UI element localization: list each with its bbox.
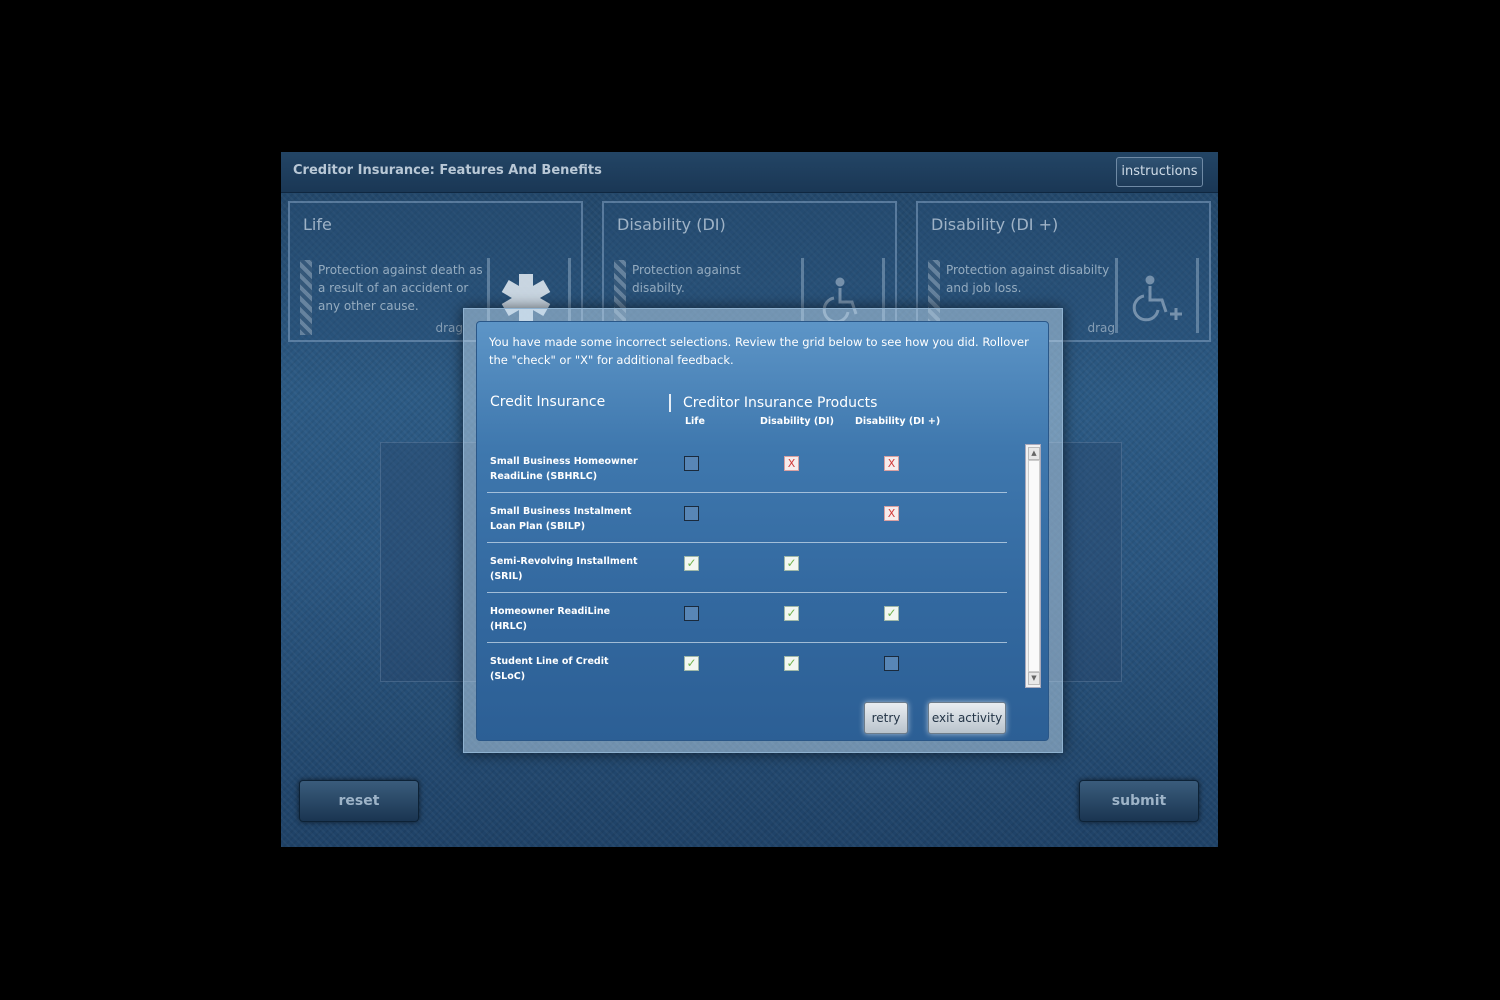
x-mark-icon[interactable]: X [884, 506, 899, 521]
submit-button[interactable]: submit [1079, 780, 1199, 822]
category-description: Protection against disabilty and job los… [946, 263, 1110, 295]
x-mark-icon[interactable]: X [784, 456, 799, 471]
empty-checkbox[interactable] [884, 656, 899, 671]
retry-button[interactable]: retry [864, 702, 908, 734]
row-label: Semi-Revolving Installment (SRIL) [490, 556, 638, 582]
check-icon[interactable]: ✓ [684, 656, 699, 671]
empty-checkbox[interactable] [684, 456, 699, 471]
reset-button[interactable]: reset [299, 780, 419, 822]
category-title: Disability (DI +) [931, 215, 1059, 234]
credit-insurance-header: Credit Insurance [490, 394, 606, 410]
check-icon[interactable]: ✓ [784, 556, 799, 571]
row-label: Homeowner ReadiLine (HRLC) [490, 606, 611, 632]
empty-checkbox[interactable] [684, 606, 699, 621]
check-icon[interactable]: ✓ [884, 606, 899, 621]
row-label: Student Line of Credit (SLoC) [490, 656, 609, 682]
drop-zone[interactable] [1115, 258, 1199, 333]
check-icon[interactable]: ✓ [684, 556, 699, 571]
row-label: Small Business Instalment Loan Plan (SBI… [490, 506, 632, 532]
column-life: Life [685, 416, 705, 427]
results-grid: Small Business Homeowner ReadiLine (SBHR… [477, 440, 1048, 690]
table-row: Homeowner ReadiLine (HRLC) ✓ ✓ [487, 592, 1007, 643]
scroll-thumb[interactable] [1028, 460, 1040, 672]
column-disability: Disability (DI) [760, 416, 834, 427]
table-row: Small Business Homeowner ReadiLine (SBHR… [487, 442, 1007, 493]
x-mark-icon[interactable]: X [884, 456, 899, 471]
grid-scrollbar[interactable]: ▲ ▼ [1025, 444, 1041, 688]
title-bar: Creditor Insurance: Features And Benefit… [281, 152, 1218, 193]
feedback-message: You have made some incorrect selections.… [489, 335, 1029, 367]
category-description: Protection against disabilty. [632, 263, 741, 295]
wheelchair-plus-icon [1132, 275, 1182, 322]
activity-title: Creditor Insurance: Features And Benefit… [293, 163, 602, 178]
table-row: Small Business Instalment Loan Plan (SBI… [487, 492, 1007, 543]
column-disability-plus: Disability (DI +) [855, 416, 941, 427]
scroll-down-arrow-icon[interactable]: ▼ [1028, 672, 1040, 685]
drag-label: drag [435, 321, 463, 335]
row-label: Small Business Homeowner ReadiLine (SBHR… [490, 456, 638, 482]
empty-checkbox[interactable] [684, 506, 699, 521]
drag-label: drag [1087, 321, 1115, 335]
header-divider [669, 394, 671, 412]
feedback-dialog: You have made some incorrect selections.… [476, 321, 1049, 741]
category-title: Life [303, 215, 332, 234]
table-row: Student Line of Credit (SLoC) ✓ ✓ [487, 642, 1007, 690]
scroll-up-arrow-icon[interactable]: ▲ [1028, 447, 1040, 460]
category-description: Protection against death as a result of … [318, 263, 483, 313]
drag-stripe [300, 260, 312, 335]
instructions-button[interactable]: instructions [1116, 157, 1203, 187]
table-row: Semi-Revolving Installment (SRIL) ✓ ✓ [487, 542, 1007, 593]
check-icon[interactable]: ✓ [784, 656, 799, 671]
exit-activity-button[interactable]: exit activity [928, 702, 1006, 734]
products-header: Creditor Insurance Products [683, 395, 878, 411]
check-icon[interactable]: ✓ [784, 606, 799, 621]
category-title: Disability (DI) [617, 215, 726, 234]
